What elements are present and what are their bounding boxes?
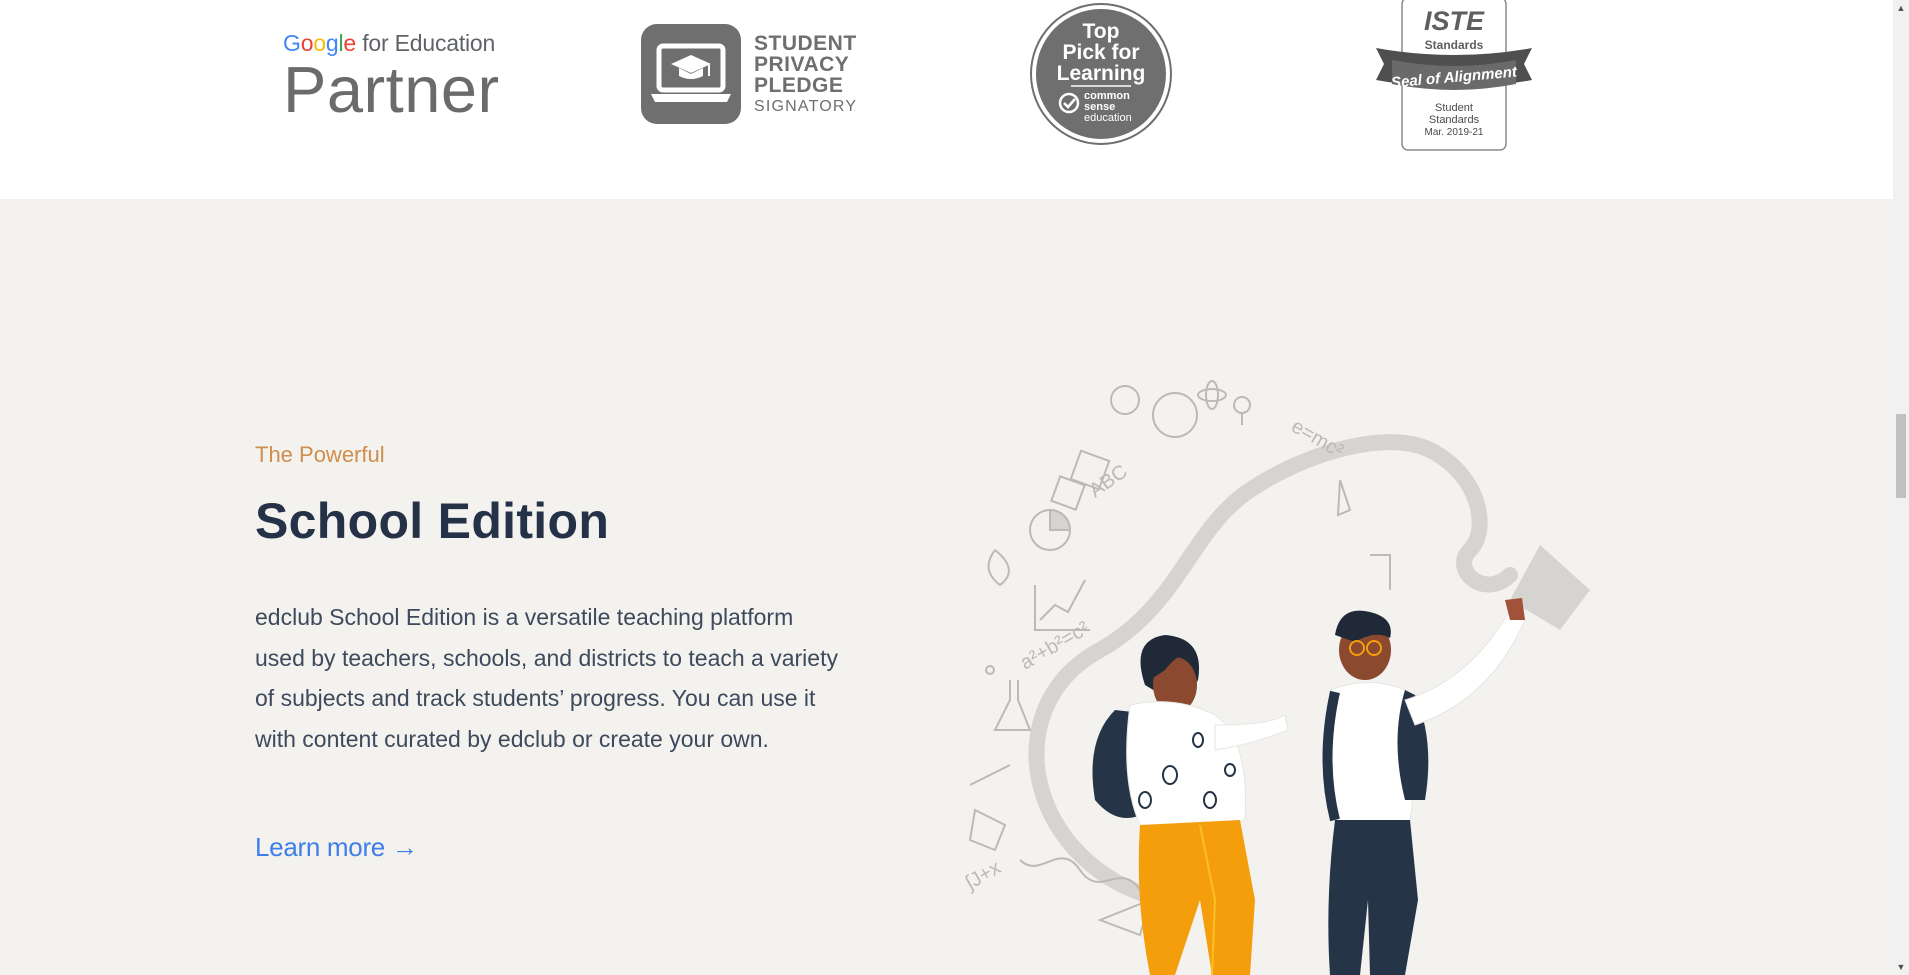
section-eyebrow: The Powerful: [255, 442, 385, 467]
education-text: education: [1084, 112, 1132, 124]
scroll-up-arrow-icon[interactable]: ▲: [1893, 0, 1909, 16]
page-title: School Edition: [255, 493, 610, 549]
spp-line-3: PLEDGE: [754, 74, 844, 97]
flask-icon: [993, 680, 1032, 731]
iste-line-3: Mar. 2019-21: [1425, 127, 1484, 138]
student-privacy-pledge-badge: STUDENT PRIVACY PLEDGE SIGNATORY: [641, 24, 861, 126]
iste-line-1: Student: [1435, 102, 1473, 114]
integral-text: ∫J+x: [961, 857, 1005, 895]
student-privacy-pledge-text: STUDENT PRIVACY PLEDGE SIGNATORY: [754, 33, 857, 117]
vertical-scrollbar[interactable]: ▲ ▼: [1893, 0, 1909, 975]
swirl-path: [1028, 434, 1518, 908]
spp-line-4: SIGNATORY: [754, 98, 858, 115]
section-description: edclub School Edition is a versatile tea…: [255, 604, 838, 752]
laptop-graduation-cap-icon: [641, 24, 741, 124]
partner-badges-strip: Google for Education Partner STUDENT PRI…: [0, 0, 1893, 199]
atom-icon: [1197, 388, 1227, 402]
scroll-down-arrow-icon[interactable]: ▼: [1893, 959, 1909, 975]
iste-line-2: Standards: [1429, 114, 1480, 126]
magnifier-icon: [1233, 396, 1251, 414]
top-pick-for-learning-badge: Top Pick for Learning common sense educa…: [1029, 2, 1173, 146]
scroll-thumb[interactable]: [1896, 414, 1906, 498]
google-for-education-badge: Google for Education Partner: [283, 30, 513, 126]
student-girl: [1092, 635, 1289, 975]
learn-more-link[interactable]: Learn more →: [255, 832, 418, 863]
partner-label: Partner: [283, 53, 500, 126]
spp-line-1: STUDENT: [754, 32, 857, 55]
students-walking-illustration: a²+b²=c² e=mc² ABC ∫J+x: [950, 380, 1650, 975]
music-note-icon: [1370, 554, 1391, 590]
spp-line-2: PRIVACY: [754, 53, 850, 76]
iste-standards: Standards: [1425, 38, 1484, 52]
top-pick-line-1: Top: [1083, 20, 1120, 43]
abc-text: ABC: [1085, 460, 1131, 502]
leaf-icon: [987, 549, 1010, 587]
iste-seal-of-alignment-badge: ISTE Standards Seal of Alignment Student…: [1374, 0, 1534, 152]
iste-logo: ISTE: [1424, 6, 1485, 36]
learn-more-label: Learn more: [255, 832, 385, 862]
student-boy: [1322, 545, 1590, 975]
top-pick-line-2: Pick for: [1062, 41, 1139, 64]
top-pick-line-3: Learning: [1057, 62, 1146, 85]
molecule-icon: [968, 764, 1011, 852]
lightbulb-icon: [1110, 385, 1140, 415]
arrow-right-icon: →: [391, 832, 418, 862]
globe-icon: [1152, 392, 1198, 438]
page: Google for Education Partner STUDENT PRI…: [0, 0, 1893, 975]
test-tube-icon: [1336, 479, 1352, 517]
